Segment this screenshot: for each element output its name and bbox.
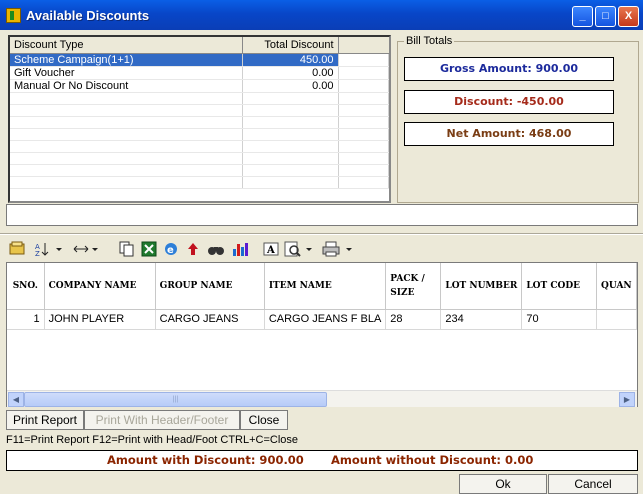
cell-lot-code: 70 [521,309,598,330]
column-width-icon[interactable] [72,241,100,259]
font-icon[interactable]: A [262,241,280,259]
column-header-discount-type[interactable]: Discount Type [10,37,243,54]
chart-icon[interactable] [230,241,250,259]
amount-with-discount: Amount with Discount: 900.00 [107,453,304,467]
svg-text:e: e [167,245,174,256]
app-icon [6,8,21,23]
table-row[interactable]: 1 JOHN PLAYER CARGO JEANS CARGO JEANS F … [7,309,637,330]
print-with-header-footer-button[interactable]: Print With Header/Footer [84,410,240,430]
find-icon[interactable] [206,241,226,259]
discount-list[interactable]: Discount Type Total Discount Scheme Camp… [8,35,391,203]
close-window-button[interactable]: X [618,6,639,27]
column-header-pack-size[interactable]: PACK / SIZE [385,263,442,310]
bill-totals-legend: Bill Totals [406,35,453,47]
amount-without-discount: Amount without Discount: 0.00 [331,453,534,467]
svg-text:Z: Z [35,250,40,257]
discount-row[interactable]: Manual Or No Discount 0.00 [10,79,389,93]
svg-text:A: A [266,245,275,256]
column-header-quantity[interactable]: QUAN [596,263,637,310]
cell-item: CARGO JEANS F BLA [264,309,387,330]
discount-amount: 0.00 [242,79,339,93]
copy-icon[interactable] [118,241,136,259]
cell-lot-number: 234 [440,309,523,330]
close-button[interactable]: Close [240,410,288,430]
discount-row[interactable]: Scheme Campaign(1+1) 450.00 [10,53,389,67]
cell-sno: 1 [7,309,45,330]
maximize-button[interactable]: □ [595,6,616,27]
horizontal-scrollbar[interactable]: ◀ ||| ▶ [7,390,637,407]
column-header-group-name[interactable]: GROUP NAME [155,263,265,310]
cancel-button[interactable]: Cancel [548,474,638,494]
discount-amount: 0.00 [242,66,339,80]
scroll-right-icon[interactable]: ▶ [619,392,635,407]
excel-icon[interactable] [140,241,158,259]
cell-company: JOHN PLAYER [44,309,156,330]
column-header-company-name[interactable]: COMPANY NAME [44,263,156,310]
discount-type: Scheme Campaign(1+1) [10,53,243,67]
browser-icon[interactable]: e [162,241,180,259]
title-bar: Available Discounts _ □ X [0,0,643,30]
cell-group: CARGO JEANS [155,309,265,330]
cell-pack: 28 [385,309,442,330]
window-title: Available Discounts [26,8,150,23]
print-icon[interactable] [322,241,354,259]
minimize-button[interactable]: _ [572,6,593,27]
column-header-total-discount[interactable]: Total Discount [242,37,339,54]
print-report-button[interactable]: Print Report [6,410,84,430]
column-header-sno[interactable]: SNO. [7,263,45,310]
amount-summary: Amount with Discount: 900.00 Amount with… [6,450,638,471]
shortcut-hint: F11=Print Report F12=Print with Head/Foo… [6,434,299,446]
discount-row[interactable]: Gift Voucher 0.00 [10,66,389,80]
sort-icon[interactable]: AZ [34,241,64,259]
column-header-lot-number[interactable]: LOT NUMBER [440,263,523,310]
column-header-item-name[interactable]: ITEM NAME [264,263,387,310]
cell-quantity [596,309,637,330]
remarks-field[interactable] [6,204,638,226]
scrollbar-thumb[interactable]: ||| [24,392,327,407]
grid-toolbar: AZ e A [6,240,638,260]
scroll-left-icon[interactable]: ◀ [8,392,24,407]
discount-amount-total: Discount: -450.00 [404,90,614,114]
ok-button[interactable]: Ok [459,474,547,494]
divider [0,233,643,235]
export-arrow-icon[interactable] [184,241,202,259]
bill-totals-group: Bill Totals Gross Amount: 900.00 Discoun… [397,35,639,203]
items-grid[interactable]: SNO. COMPANY NAME GROUP NAME ITEM NAME P… [6,262,638,407]
discount-type: Gift Voucher [10,66,243,80]
net-amount: Net Amount: 468.00 [404,122,614,146]
column-header-lot-code[interactable]: LOT CODE [521,263,598,310]
print-preview-icon[interactable] [284,241,314,259]
discount-amount: 450.00 [242,53,339,67]
gross-amount: Gross Amount: 900.00 [404,57,614,81]
discount-type: Manual Or No Discount [10,79,243,93]
open-icon[interactable] [8,241,26,259]
